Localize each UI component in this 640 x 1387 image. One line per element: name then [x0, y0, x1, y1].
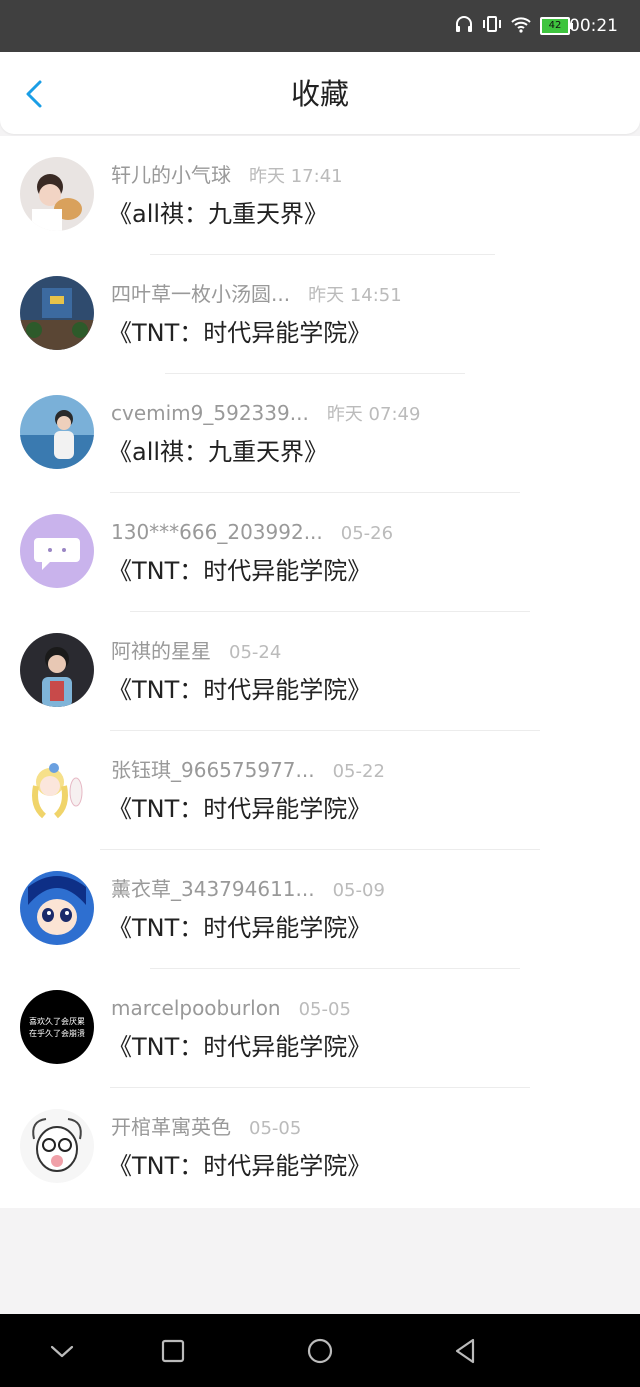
square-icon — [161, 1339, 185, 1363]
item-time: 05-09 — [332, 880, 385, 901]
work-title[interactable]: 《all祺：九重天界》 — [108, 198, 328, 230]
header: 收藏 — [0, 52, 640, 134]
svg-text:在乎久了会崩溃: 在乎久了会崩溃 — [29, 1028, 85, 1038]
item-meta: 四叶草一枚小汤圆... 昨天 14:51 — [111, 281, 402, 309]
item-meta: 130***666_203992... 05-26 — [111, 519, 393, 547]
item-meta: marcelpooburlon 05-05 — [111, 995, 351, 1023]
work-title[interactable]: 《TNT：时代异能学院》 — [108, 912, 371, 944]
avatar[interactable] — [20, 395, 94, 469]
list-item[interactable]: 阿祺的星星 05-24 《TNT：时代异能学院》 — [0, 612, 640, 731]
list-item[interactable]: 喜欢久了会厌累 在乎久了会崩溃 marcelpooburlon 05-05 《TNT… — [0, 969, 640, 1088]
list-item[interactable]: 张钰琪_966575977... 05-22 《TNT：时代异能学院》 — [0, 731, 640, 850]
user-name[interactable]: marcelpooburlon — [111, 996, 281, 1020]
item-time: 05-26 — [340, 523, 394, 544]
item-time: 昨天 17:41 — [249, 166, 343, 187]
svg-text:喜欢久了会厌累: 喜欢久了会厌累 — [29, 1016, 85, 1026]
status-icons: 42 — [454, 14, 573, 38]
avatar[interactable] — [20, 633, 94, 707]
item-meta: 轩儿的小气球 昨天 17:41 — [111, 162, 343, 190]
avatar[interactable] — [20, 752, 94, 826]
work-title[interactable]: 《TNT：时代异能学院》 — [108, 674, 371, 706]
favorites-list: 轩儿的小气球 昨天 17:41 《all祺：九重天界》 四叶草一枚小汤圆... 昨天… — [0, 136, 640, 1208]
status-bar: 42 00:21 — [0, 0, 640, 52]
navigation-bar — [0, 1314, 640, 1387]
item-meta: 开棺革寓英色 05-05 — [111, 1114, 301, 1142]
list-item[interactable]: 轩儿的小气球 昨天 17:41 《all祺：九重天界》 — [0, 136, 640, 255]
avatar[interactable] — [20, 514, 94, 588]
chevron-down-icon — [50, 1345, 74, 1358]
headphones-icon — [454, 14, 474, 38]
item-time: 昨天 14:51 — [308, 285, 402, 306]
circle-icon — [307, 1338, 333, 1364]
work-title[interactable]: 《all祺：九重天界》 — [108, 436, 328, 468]
work-title[interactable]: 《TNT：时代异能学院》 — [108, 555, 371, 587]
user-name[interactable]: 四叶草一枚小汤圆... — [111, 282, 290, 306]
avatar[interactable] — [20, 1109, 94, 1183]
item-meta: 阿祺的星星 05-24 — [111, 638, 281, 666]
vibrate-icon — [482, 14, 502, 38]
item-time: 昨天 07:49 — [326, 404, 421, 425]
user-name[interactable]: 张钰琪_966575977... — [111, 758, 315, 782]
home-button[interactable] — [305, 1336, 335, 1366]
list-item[interactable]: 四叶草一枚小汤圆... 昨天 14:51 《TNT：时代异能学院》 — [0, 255, 640, 374]
work-title[interactable]: 《TNT：时代异能学院》 — [108, 317, 371, 349]
list-item[interactable]: cvemim9_592339... 昨天 07:49 《all祺：九重天界》 — [0, 374, 640, 493]
item-meta: 张钰琪_966575977... 05-22 — [111, 757, 385, 785]
item-time: 05-05 — [249, 1118, 302, 1139]
wifi-icon — [510, 14, 532, 38]
triangle-back-icon — [455, 1338, 475, 1364]
list-item[interactable]: 薰衣草_343794611... 05-09 《TNT：时代异能学院》 — [0, 850, 640, 969]
item-meta: cvemim9_592339... 昨天 07:49 — [111, 400, 420, 428]
work-title[interactable]: 《TNT：时代异能学院》 — [108, 793, 371, 825]
user-name[interactable]: 薰衣草_343794611... — [111, 877, 315, 901]
work-title[interactable]: 《TNT：时代异能学院》 — [108, 1031, 371, 1063]
page-title: 收藏 — [290, 77, 349, 111]
status-time: 00:21 — [569, 16, 618, 36]
recents-button[interactable] — [158, 1336, 188, 1366]
item-meta: 薰衣草_343794611... 05-09 — [111, 876, 385, 904]
work-title[interactable]: 《TNT：时代异能学院》 — [108, 1150, 371, 1182]
user-name[interactable]: 开棺革寓英色 — [111, 1115, 231, 1139]
avatar[interactable]: 喜欢久了会厌累 在乎久了会崩溃 — [20, 990, 94, 1064]
avatar[interactable] — [20, 157, 94, 231]
avatar[interactable] — [20, 871, 94, 945]
list-item[interactable]: 130***666_203992... 05-26 《TNT：时代异能学院》 — [0, 493, 640, 612]
user-name[interactable]: 阿祺的星星 — [111, 639, 211, 663]
item-time: 05-05 — [298, 999, 351, 1020]
avatar[interactable] — [20, 276, 94, 350]
user-name[interactable]: 130***666_203992... — [111, 520, 323, 544]
user-name[interactable]: cvemim9_592339... — [111, 401, 309, 425]
item-time: 05-24 — [229, 642, 282, 663]
item-time: 05-22 — [332, 761, 385, 782]
user-name[interactable]: 轩儿的小气球 — [111, 163, 231, 187]
battery-icon: 42 — [540, 17, 573, 35]
back-nav-button[interactable] — [451, 1336, 481, 1366]
collapse-button[interactable] — [47, 1336, 77, 1366]
list-item[interactable]: 开棺革寓英色 05-05 《TNT：时代异能学院》 — [0, 1088, 640, 1207]
